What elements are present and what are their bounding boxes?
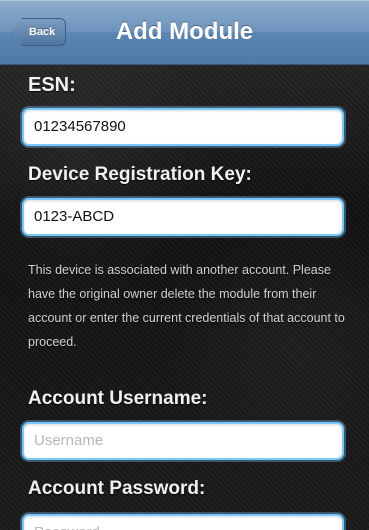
- device-registration-key-label: Device Registration Key:: [28, 164, 252, 185]
- account-password-label: Account Password:: [28, 478, 206, 499]
- page-title: Add Module: [115, 18, 254, 45]
- esn-label: ESN:: [28, 74, 76, 96]
- esn-field[interactable]: 01234567890: [22, 108, 344, 146]
- add-module-screen: Back Add Module ESN: 01234567890 Device …: [0, 0, 369, 530]
- account-username-input[interactable]: Username: [22, 422, 344, 460]
- device-registration-key-field[interactable]: 0123-ABCD: [22, 198, 344, 236]
- account-password-input[interactable]: Password: [22, 514, 344, 530]
- account-username-label: Account Username:: [28, 388, 208, 409]
- navigation-bar: Back Add Module: [0, 0, 369, 65]
- account-association-message: This device is associated with another a…: [28, 263, 345, 349]
